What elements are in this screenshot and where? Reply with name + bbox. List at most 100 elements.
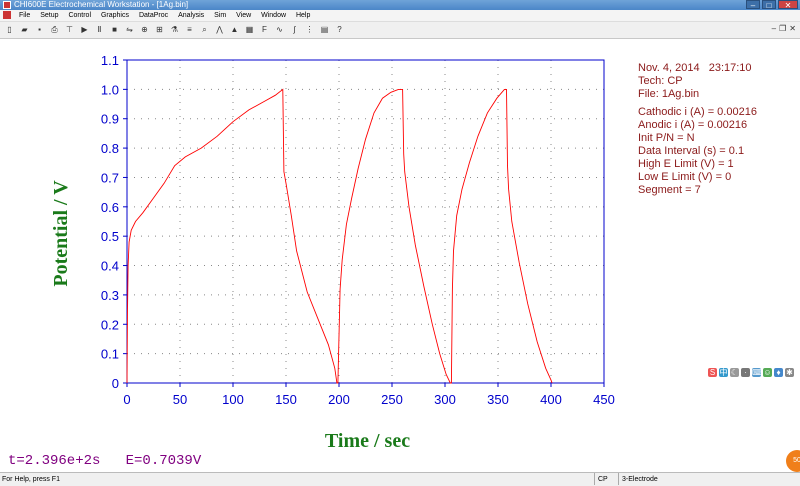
title-bar[interactable]: CHI600E Electrochemical Workstation - [1… <box>0 0 800 10</box>
status-bar: For Help, press F1 CP 3-Electrode <box>0 472 800 486</box>
y-tick-label: 1.1 <box>101 53 119 68</box>
help-icon[interactable]: ? <box>334 24 345 35</box>
menu-graphics[interactable]: Graphics <box>97 10 133 21</box>
x-axis-ticks: 0 50 100 150 200 250 300 350 400 450 <box>123 383 615 407</box>
grid-lines <box>127 60 604 383</box>
x-tick-label: 300 <box>434 392 456 407</box>
y-tick-label: 0.4 <box>101 259 119 274</box>
info-date: Nov. 4, 2014 23:17:10 <box>638 62 752 74</box>
x-tick-label: 350 <box>487 392 509 407</box>
font-icon[interactable]: F <box>259 24 270 35</box>
smooth-icon[interactable]: ∿ <box>274 24 285 35</box>
plot-frame <box>126 59 605 384</box>
tools-icon[interactable]: ✱ <box>785 368 794 377</box>
info-file: File: 1Ag.bin <box>638 88 700 100</box>
doc-close-icon[interactable]: ✕ <box>789 24 796 33</box>
info-param: High E Limit (V) = 1 <box>638 158 734 170</box>
x-axis-label: Time / sec <box>325 430 410 452</box>
language-icon[interactable]: 中 <box>719 368 728 377</box>
integrate-icon[interactable]: ⋮ <box>304 24 315 35</box>
maximize-button[interactable]: □ <box>762 0 776 10</box>
toolbar: ▯ ▰ ▪ ⎙ ⊤ ▶ Ⅱ ■ ⇋ ⊕ ⊞ ⚗ ≡ ⌕ ⋀ ▲ ▦ F ∿ ∫ ⋮ ▤? <box>0 22 800 39</box>
document-icon[interactable] <box>3 11 11 20</box>
open-icon[interactable]: ▰ <box>19 24 30 35</box>
menu-bar: File Setup Control Graphics DataProc Ana… <box>0 10 800 22</box>
stop-icon[interactable]: ■ <box>109 24 120 35</box>
x-tick-label: 50 <box>173 392 187 407</box>
y-tick-label: 0 <box>112 376 119 391</box>
x-tick-label: 400 <box>540 392 562 407</box>
overlay-icon[interactable]: ≡ <box>184 24 195 35</box>
doc-minimize-icon[interactable]: – <box>772 24 776 33</box>
info-tech: Tech: CP <box>638 75 683 87</box>
ime-icon[interactable]: S <box>708 368 717 377</box>
status-help-text: For Help, press F1 <box>2 476 60 483</box>
pause-icon[interactable]: Ⅱ <box>94 24 105 35</box>
shirt-icon[interactable]: ♦ <box>774 368 783 377</box>
ir-comp-icon[interactable]: ⊞ <box>154 24 165 35</box>
user-icon[interactable]: ☺ <box>763 368 772 377</box>
marker-icon[interactable]: ▲ <box>229 24 240 35</box>
color-icon[interactable]: ▦ <box>244 24 255 35</box>
zoom-icon[interactable]: ⊕ <box>139 24 150 35</box>
run-icon[interactable]: ▶ <box>79 24 90 35</box>
dot-icon[interactable]: · <box>741 368 750 377</box>
x-tick-label: 100 <box>222 392 244 407</box>
minimize-button[interactable]: – <box>746 0 760 10</box>
menu-file[interactable]: File <box>15 10 34 21</box>
info-param: Init P/N = N <box>638 132 695 144</box>
menu-control[interactable]: Control <box>64 10 95 21</box>
y-axis-ticks: 0 0.1 0.2 0.3 0.4 0.5 0.6 0.7 0.8 0.9 1.0 1.1 <box>101 53 127 391</box>
menu-setup[interactable]: Setup <box>36 10 62 21</box>
y-tick-label: 0.9 <box>101 112 119 127</box>
y-axis-label: Potential / V <box>50 180 72 287</box>
info-param: Segment = 7 <box>638 184 701 196</box>
menu-window[interactable]: Window <box>257 10 290 21</box>
x-tick-label: 450 <box>593 392 615 407</box>
system-tray: S 中 ☾ · ⌨ ☺ ♦ ✱ <box>708 368 794 377</box>
info-param: Low E Limit (V) = 0 <box>638 171 732 183</box>
y-tick-label: 0.1 <box>101 347 119 362</box>
y-tick-label: 0.8 <box>101 141 119 156</box>
new-icon[interactable]: ▯ <box>4 24 15 35</box>
x-tick-label: 250 <box>381 392 403 407</box>
save-icon[interactable]: ▪ <box>34 24 45 35</box>
chart: 0 50 100 150 200 250 300 350 400 450 0 0.1 0.2 0.3 0.… <box>50 53 615 452</box>
y-tick-label: 0.2 <box>101 317 119 332</box>
y-tick-label: 0.5 <box>101 229 119 244</box>
print-icon[interactable]: ⎙ <box>49 24 60 35</box>
y-tick-label: 1.0 <box>101 82 119 97</box>
keyboard-icon[interactable]: ⌨ <box>752 368 764 377</box>
menu-help[interactable]: Help <box>292 10 314 21</box>
x-tick-label: 150 <box>275 392 297 407</box>
tt-icon[interactable]: ⊤ <box>64 24 75 35</box>
window-title: CHI600E Electrochemical Workstation - [1… <box>14 0 189 9</box>
cell-icon[interactable]: ⚗ <box>169 24 180 35</box>
reverse-icon[interactable]: ⇋ <box>124 24 135 35</box>
zoom-in-icon[interactable]: ⌕ <box>199 24 210 35</box>
menu-dataproc[interactable]: DataProc <box>135 10 172 21</box>
x-tick-label: 0 <box>123 392 130 407</box>
info-param: Data Interval (s) = 0.1 <box>638 145 745 157</box>
y-tick-label: 0.6 <box>101 200 119 215</box>
x-tick-label: 200 <box>328 392 350 407</box>
info-param: Anodic i (A) = 0.00216 <box>638 119 748 131</box>
document-window-controls: – ❐ ✕ <box>772 24 796 33</box>
doc-restore-icon[interactable]: ❐ <box>779 24 786 33</box>
menu-sim[interactable]: Sim <box>210 10 230 21</box>
menu-view[interactable]: View <box>232 10 255 21</box>
moon-icon[interactable]: ☾ <box>730 368 739 377</box>
status-technique: CP <box>594 473 608 485</box>
menu-analysis[interactable]: Analysis <box>174 10 208 21</box>
floating-badge-button[interactable]: 50 <box>786 450 800 472</box>
peak-icon[interactable]: ⋀ <box>214 24 225 35</box>
info-param: Cathodic i (A) = 0.00216 <box>638 106 757 118</box>
derivative-icon[interactable]: ∫ <box>289 24 300 35</box>
y-tick-label: 0.3 <box>101 288 119 303</box>
close-button[interactable]: ✕ <box>778 0 798 10</box>
y-tick-label: 0.7 <box>101 170 119 185</box>
table-icon[interactable]: ▤ <box>319 24 330 35</box>
experiment-info-panel: Nov. 4, 2014 23:17:10 Tech: CP File: 1Ag… <box>638 62 757 197</box>
cursor-readout: t=2.396e+2s E=0.7039V <box>8 453 202 469</box>
app-icon <box>3 1 11 9</box>
